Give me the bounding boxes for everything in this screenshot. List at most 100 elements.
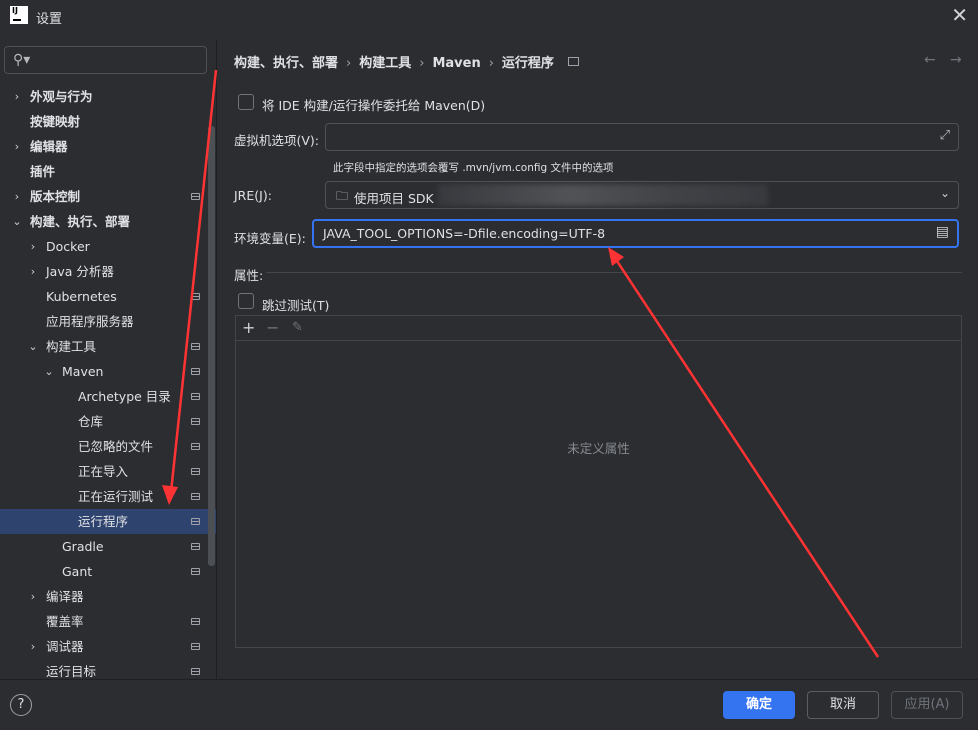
breadcrumb-item[interactable]: Maven	[432, 56, 480, 71]
divider	[216, 40, 217, 679]
sidebar-item-label: Kubernetes	[46, 289, 117, 304]
cancel-button[interactable]: 取消	[807, 691, 879, 719]
sidebar-item[interactable]: › 版本控制	[0, 184, 216, 209]
project-level-icon	[191, 393, 200, 400]
sidebar-item[interactable]: Gant	[0, 559, 216, 584]
chevron-right-icon[interactable]: ›	[11, 84, 23, 109]
edit-icon[interactable]: ✎	[292, 320, 303, 335]
project-level-icon	[191, 343, 200, 350]
sidebar-item-label: Gradle	[62, 539, 104, 554]
sidebar-item[interactable]: Kubernetes	[0, 284, 216, 309]
chevron-right-icon[interactable]: ›	[11, 184, 23, 209]
project-level-icon	[191, 543, 200, 550]
sidebar-item[interactable]: Archetype 目录	[0, 384, 216, 409]
breadcrumb-item[interactable]: 构建工具	[359, 56, 411, 71]
sidebar-item[interactable]: 运行目标	[0, 659, 216, 679]
back-arrow-icon[interactable]: ←	[924, 52, 936, 68]
properties-label: 属性:	[234, 268, 264, 283]
remove-icon[interactable]: −	[266, 318, 279, 337]
project-level-icon	[191, 368, 200, 375]
chevron-right-icon[interactable]: ›	[27, 259, 39, 284]
edit-list-icon[interactable]: ▤	[936, 224, 949, 240]
sidebar-item-label: 插件	[30, 164, 56, 179]
jre-value: 使用项目 SDK	[354, 191, 434, 206]
sidebar-item[interactable]: ⌄ 构建工具	[0, 334, 216, 359]
jre-label: JRE(J):	[234, 188, 272, 203]
forward-arrow-icon[interactable]: →	[950, 52, 962, 68]
apply-button[interactable]: 应用(A)	[891, 691, 963, 719]
sidebar-item[interactable]: Gradle	[0, 534, 216, 559]
skip-tests-label: 跳过测试(T)	[262, 298, 330, 313]
sidebar-item-label: 应用程序服务器	[46, 314, 134, 329]
project-level-icon	[567, 57, 579, 66]
chevron-down-icon[interactable]: ⌄	[43, 359, 55, 384]
sidebar-item-label: 构建工具	[46, 339, 97, 354]
search-icon: ⚲▾	[13, 52, 31, 68]
sidebar-item-label: 版本控制	[30, 189, 81, 204]
breadcrumb-item[interactable]: 构建、执行、部署	[234, 56, 338, 71]
sidebar-item-label: 外观与行为	[30, 89, 93, 104]
intellij-logo-icon: IJ	[10, 6, 28, 24]
table-toolbar: + − ✎	[236, 316, 961, 341]
env-vars-field[interactable]: JAVA_TOOL_OPTIONS=-Dfile.encoding=UTF-8 …	[312, 219, 959, 248]
sidebar-item[interactable]: 插件	[0, 159, 216, 184]
sidebar-item-label: 按键映射	[30, 114, 81, 129]
sidebar-item-label: Gant	[62, 564, 93, 579]
chevron-down-icon[interactable]: ⌄	[940, 186, 950, 200]
sidebar-item[interactable]: 运行程序	[0, 509, 216, 534]
sidebar-item-label: 已忽略的文件	[78, 439, 154, 454]
empty-properties-text: 未定义属性	[567, 441, 630, 456]
ok-button[interactable]: 确定	[723, 691, 795, 719]
project-level-icon	[191, 568, 200, 575]
sidebar-item-label: 正在导入	[78, 464, 129, 479]
sidebar-item[interactable]: 覆盖率	[0, 609, 216, 634]
project-level-icon	[191, 193, 200, 200]
window-title: 设置	[36, 12, 63, 27]
breadcrumb-separator: ›	[346, 56, 352, 71]
search-input[interactable]: ⚲▾	[4, 46, 207, 74]
chevron-down-icon[interactable]: ⌄	[11, 209, 23, 234]
sidebar-item[interactable]: 应用程序服务器	[0, 309, 216, 334]
sidebar-item-label: 运行程序	[78, 514, 129, 529]
add-icon[interactable]: +	[242, 318, 255, 337]
skip-tests-checkbox[interactable]	[238, 293, 254, 309]
sidebar-item-label: 编辑器	[30, 139, 68, 154]
chevron-right-icon[interactable]: ›	[11, 134, 23, 159]
sidebar-item[interactable]: ⌄ 构建、执行、部署	[0, 209, 216, 234]
sidebar-item[interactable]: › Java 分析器	[0, 259, 216, 284]
project-level-icon	[191, 518, 200, 525]
sidebar-item-label: Java 分析器	[46, 264, 114, 279]
sidebar-item[interactable]: › 调试器	[0, 634, 216, 659]
sidebar-item[interactable]: 正在导入	[0, 459, 216, 484]
chevron-down-icon[interactable]: ⌄	[27, 334, 39, 359]
sidebar-item-label: 调试器	[46, 639, 84, 654]
breadcrumb: 构建、执行、部署 › 构建工具 › Maven › 运行程序	[234, 52, 579, 71]
project-level-icon	[191, 618, 200, 625]
env-vars-label: 环境变量(E):	[234, 231, 306, 246]
close-icon[interactable]: ✕	[951, 3, 968, 27]
breadcrumb-separator: ›	[419, 56, 425, 71]
sidebar-item[interactable]: › 编译器	[0, 584, 216, 609]
sidebar-item-label: 运行目标	[46, 664, 97, 679]
chevron-right-icon[interactable]: ›	[27, 584, 39, 609]
breadcrumb-item: 运行程序	[501, 56, 554, 71]
delegate-checkbox[interactable]	[238, 94, 254, 110]
sidebar-item[interactable]: › 外观与行为	[0, 84, 216, 109]
sidebar-item[interactable]: › 编辑器	[0, 134, 216, 159]
sidebar-item[interactable]: › Docker	[0, 234, 216, 259]
sidebar-item[interactable]: 仓库	[0, 409, 216, 434]
chevron-right-icon[interactable]: ›	[27, 234, 39, 259]
sidebar-item-label: Archetype 目录	[78, 389, 171, 404]
chevron-right-icon[interactable]: ›	[27, 634, 39, 659]
expand-icon[interactable]: ⤢	[940, 128, 950, 143]
vm-options-field[interactable]: ⤢	[325, 123, 959, 151]
help-icon[interactable]: ?	[10, 694, 32, 716]
sidebar-scrollbar[interactable]	[208, 126, 215, 566]
sidebar-item[interactable]: 按键映射	[0, 109, 216, 134]
sidebar-item[interactable]: 已忽略的文件	[0, 434, 216, 459]
project-level-icon	[191, 468, 200, 475]
sidebar-item[interactable]: 正在运行测试	[0, 484, 216, 509]
sidebar-item[interactable]: ⌄ Maven	[0, 359, 216, 384]
breadcrumb-separator: ›	[488, 56, 494, 71]
sidebar-item-label: 覆盖率	[46, 614, 84, 629]
